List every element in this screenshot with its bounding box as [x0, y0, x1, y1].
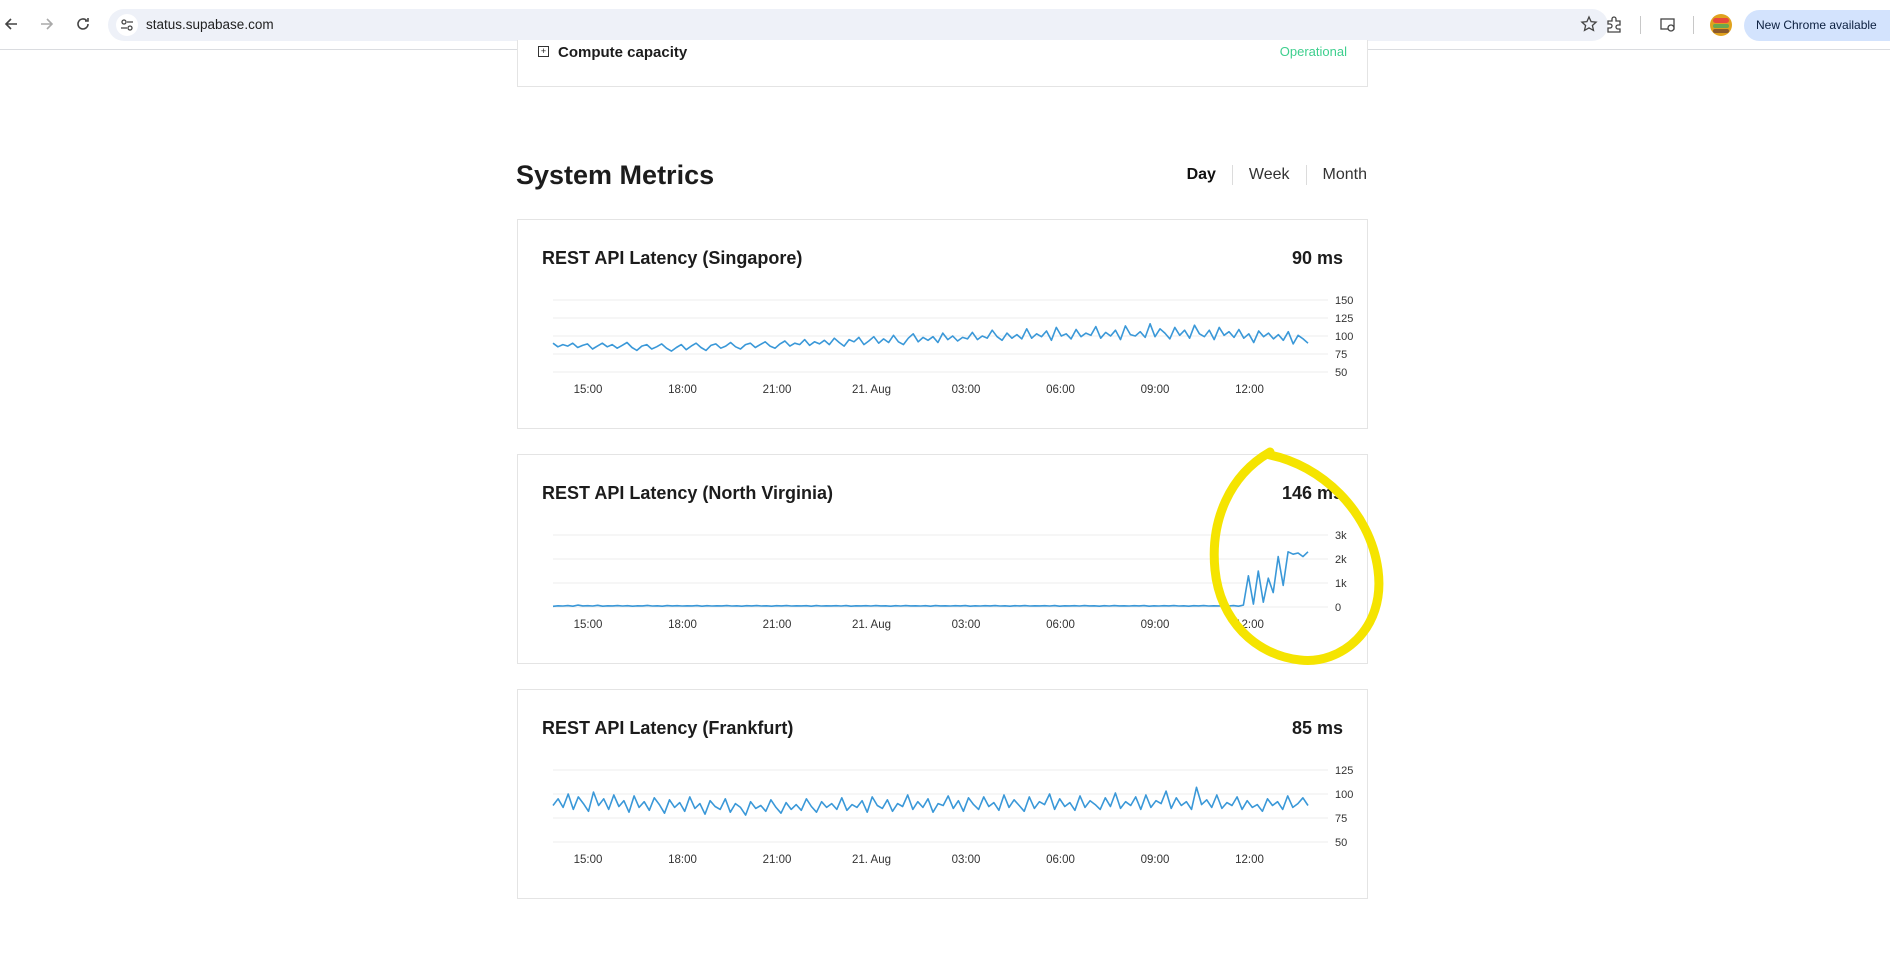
latency-chart-frankfurt[interactable]: 125 100 75 50 15:00 18:00 21:00 21. Aug 03:00 06:… [518, 750, 1367, 870]
y-tick-label: 100 [1335, 789, 1353, 801]
toolbar-divider [1693, 16, 1694, 34]
x-tick-label: 21. Aug [852, 619, 891, 631]
y-tick-label: 150 [1335, 295, 1353, 307]
y-tick-label: 75 [1335, 813, 1347, 825]
x-tick-label: 03:00 [952, 384, 981, 396]
tab-day[interactable]: Day [1171, 165, 1232, 185]
x-tick-label: 09:00 [1141, 619, 1170, 631]
time-range-tabs: Day Week Month [1171, 165, 1367, 185]
metric-title: REST API Latency (Singapore) [542, 248, 803, 268]
tab-week[interactable]: Week [1231, 165, 1306, 185]
y-tick-label: 125 [1335, 765, 1353, 777]
metric-card-singapore: REST API Latency (Singapore) 90 ms 150 12… [517, 219, 1368, 429]
metric-card-frankfurt: REST API Latency (Frankfurt) 85 ms 125 10… [517, 689, 1368, 899]
x-tick-label: 18:00 [668, 619, 697, 631]
component-row[interactable]: + Compute capacity Operational [517, 40, 1368, 87]
component-name: Compute capacity [558, 44, 688, 61]
x-tick-label: 21:00 [763, 619, 792, 631]
update-chrome-label: New Chrome available [1756, 18, 1877, 32]
highlight-annotation [1209, 447, 1384, 665]
toolbar-divider [1640, 16, 1641, 34]
metric-title: REST API Latency (Frankfurt) [542, 718, 794, 738]
latency-series-line[interactable] [552, 786, 1309, 816]
y-tick-label: 50 [1335, 837, 1347, 849]
x-tick-label: 06:00 [1046, 854, 1075, 866]
bookmark-star-icon[interactable] [1580, 15, 1598, 38]
section-title: System Metrics [516, 160, 715, 190]
url-text[interactable]: status.supabase.com [146, 17, 274, 32]
tab-search-icon[interactable] [1657, 14, 1679, 36]
x-tick-label: 18:00 [668, 384, 697, 396]
profile-avatar[interactable] [1710, 14, 1732, 36]
metric-title: REST API Latency (North Virginia) [542, 483, 834, 503]
y-tick-label: 50 [1335, 367, 1347, 379]
x-tick-label: 18:00 [668, 854, 697, 866]
y-tick-label: 75 [1335, 349, 1347, 361]
x-tick-label: 03:00 [952, 854, 981, 866]
x-tick-label: 06:00 [1046, 384, 1075, 396]
x-tick-label: 15:00 [574, 854, 603, 866]
x-tick-label: 21. Aug [852, 384, 891, 396]
extensions-icon[interactable] [1603, 14, 1625, 36]
x-tick-label: 09:00 [1141, 384, 1170, 396]
x-tick-label: 12:00 [1235, 384, 1264, 396]
component-status: Operational [1279, 44, 1347, 59]
x-tick-label: 12:00 [1235, 854, 1264, 866]
site-info-icon[interactable] [116, 14, 138, 36]
y-tick-label: 125 [1335, 313, 1353, 325]
x-tick-label: 03:00 [952, 619, 981, 631]
back-icon[interactable] [0, 13, 22, 35]
reload-icon[interactable] [72, 13, 94, 35]
x-tick-label: 21. Aug [852, 854, 891, 866]
x-tick-label: 15:00 [574, 384, 603, 396]
x-tick-label: 21:00 [763, 384, 792, 396]
expand-icon[interactable]: + [538, 46, 549, 57]
latency-chart-singapore[interactable]: 150 125 100 75 50 15:00 18:00 21:00 21. Aug 03:00… [518, 280, 1367, 400]
x-tick-label: 21:00 [763, 854, 792, 866]
address-bar[interactable]: status.supabase.com [108, 9, 1608, 41]
forward-icon[interactable] [36, 13, 58, 35]
metric-value: 90 ms [1291, 248, 1343, 268]
latency-series-line[interactable] [552, 551, 1309, 608]
tab-month[interactable]: Month [1305, 165, 1367, 185]
y-tick-label: 100 [1335, 331, 1353, 343]
x-tick-label: 06:00 [1046, 619, 1075, 631]
latency-series-line[interactable] [552, 323, 1309, 352]
metric-value: 85 ms [1291, 718, 1343, 738]
update-chrome-button[interactable]: New Chrome available [1744, 10, 1890, 41]
x-tick-label: 15:00 [574, 619, 603, 631]
x-tick-label: 09:00 [1141, 854, 1170, 866]
